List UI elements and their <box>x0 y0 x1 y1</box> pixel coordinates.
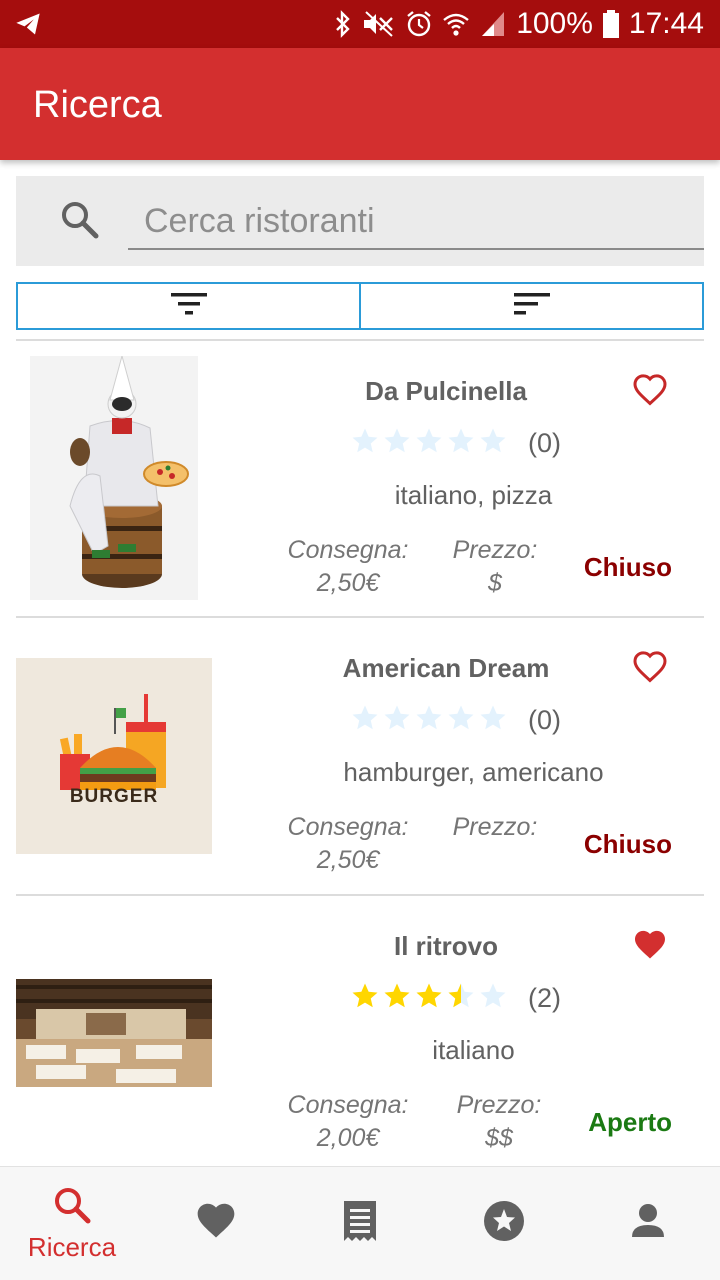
star-icon <box>382 703 412 738</box>
rating-stars <box>350 981 508 1016</box>
star-icon <box>478 981 508 1016</box>
filter-icon <box>169 291 209 322</box>
star-icon <box>414 981 444 1016</box>
star-icon <box>350 703 380 738</box>
search-icon <box>60 200 100 245</box>
mute-icon <box>362 10 396 38</box>
star-icon <box>382 426 412 461</box>
clock: 17:44 <box>628 7 704 40</box>
alarm-icon <box>406 10 432 38</box>
restaurant-name: Da Pulcinella <box>365 376 527 406</box>
delivery-value: 2,50€ <box>316 846 380 874</box>
wifi-icon <box>442 10 470 38</box>
rating-stars <box>350 703 508 738</box>
review-count: (2) <box>528 983 561 1013</box>
nav-item-favorites[interactable] <box>144 1167 288 1280</box>
heart-filled-icon[interactable] <box>632 927 668 968</box>
restaurant-card[interactable]: BURGER American Dream (0) hamburger, ame… <box>16 617 704 893</box>
price-label: Prezzo: <box>456 1091 542 1119</box>
filter-button[interactable] <box>16 282 361 330</box>
status-badge: Chiuso <box>583 552 672 582</box>
price-info: Prezzo: $$ <box>440 1089 558 1155</box>
restaurant-image <box>30 356 198 600</box>
battery-percent: 100% <box>516 7 593 40</box>
bluetooth-icon <box>334 10 352 38</box>
telegram-icon <box>14 10 42 38</box>
nav-item-reviews[interactable] <box>432 1167 576 1280</box>
cuisine-label: italiano <box>432 1035 515 1065</box>
status-badge: Aperto <box>588 1107 672 1137</box>
cuisine-label: hamburger, americano <box>343 757 604 787</box>
delivery-label: Consegna: <box>287 813 409 841</box>
app-root: 100% 17:44 Ricerca Cerca ristoranti Da P… <box>0 0 720 1280</box>
search-input[interactable] <box>128 194 704 250</box>
review-count: (0) <box>528 428 561 458</box>
delivery-label: Consegna: <box>287 1091 409 1119</box>
nav-item-search[interactable]: Ricerca <box>0 1167 144 1280</box>
star-icon <box>414 703 444 738</box>
restaurant-image: BURGER <box>16 658 212 854</box>
app-bar: Ricerca <box>0 48 720 160</box>
bottom-navigation: Ricerca <box>0 1166 720 1280</box>
nav-label-search: Ricerca <box>27 1231 117 1262</box>
restaurant-card[interactable]: Il ritrovo (2) italiano Consegna: 2,00€ … <box>16 895 704 1171</box>
nav-item-orders[interactable] <box>288 1167 432 1280</box>
status-badge: Chiuso <box>583 829 672 859</box>
person-icon <box>628 1201 668 1246</box>
star-icon <box>382 981 412 1016</box>
delivery-value: 2,00€ <box>316 1124 380 1152</box>
heart-icon <box>194 1199 238 1248</box>
page-title: Ricerca <box>33 84 162 126</box>
restaurant-image <box>16 979 212 1087</box>
price-info: Prezzo: $ <box>436 534 554 600</box>
star-icon <box>414 426 444 461</box>
filter-sort-bar <box>16 282 704 330</box>
rating-stars <box>350 426 508 461</box>
star-circle-icon <box>482 1199 526 1248</box>
star-icon <box>350 426 380 461</box>
star-icon <box>478 703 508 738</box>
star-half-icon <box>446 981 476 1016</box>
delivery-info: Consegna: 2,50€ <box>278 811 418 877</box>
restaurant-card[interactable]: Da Pulcinella (0) italiano, pizza Conseg… <box>16 340 704 616</box>
search-bar <box>16 176 704 266</box>
star-icon <box>350 981 380 1016</box>
star-icon <box>446 703 476 738</box>
star-icon <box>478 426 508 461</box>
search-icon <box>52 1185 92 1230</box>
price-label: Prezzo: <box>452 813 538 841</box>
sort-icon <box>512 291 552 322</box>
delivery-info: Consegna: 2,00€ <box>278 1089 418 1155</box>
star-icon <box>446 426 476 461</box>
price-value: $ <box>488 569 502 597</box>
status-bar: 100% 17:44 <box>0 0 720 48</box>
logo-text: BURGER <box>69 786 159 807</box>
sort-button[interactable] <box>361 282 704 330</box>
nav-item-profile[interactable] <box>576 1167 720 1280</box>
heart-outline-icon[interactable] <box>632 649 668 690</box>
receipt-icon <box>340 1199 380 1248</box>
delivery-info: Consegna: 2,50€ <box>278 534 418 600</box>
signal-icon <box>480 10 506 38</box>
price-value: $$ <box>485 1124 513 1152</box>
review-count: (0) <box>528 705 561 735</box>
heart-outline-icon[interactable] <box>632 372 668 413</box>
delivery-value: 2,50€ <box>316 569 380 597</box>
price-info: Prezzo: <box>436 811 554 844</box>
restaurant-name: Il ritrovo <box>393 931 498 961</box>
restaurant-name: American Dream <box>342 653 550 683</box>
price-label: Prezzo: <box>452 536 538 564</box>
delivery-label: Consegna: <box>287 536 409 564</box>
battery-icon <box>602 10 619 38</box>
cuisine-label: italiano, pizza <box>394 480 553 510</box>
